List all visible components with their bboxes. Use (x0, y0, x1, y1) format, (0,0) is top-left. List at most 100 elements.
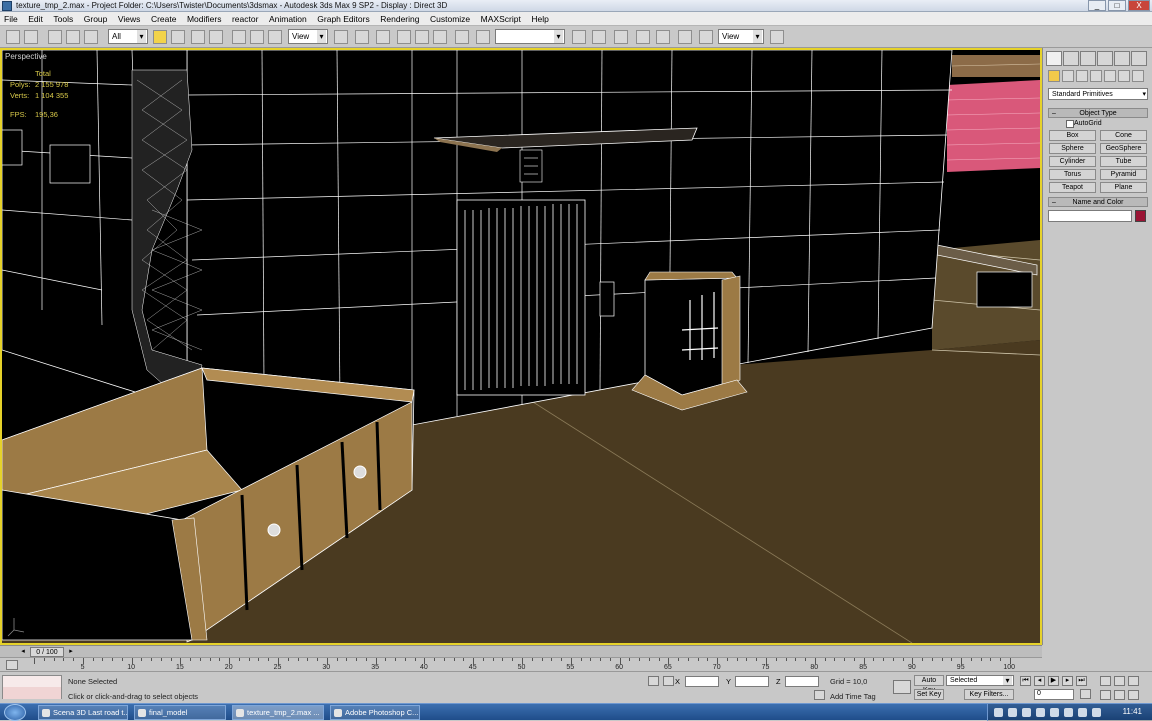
perspective-viewport[interactable]: Perspective Total Polys: 2 155 978 Verts:… (0, 48, 1042, 645)
move-icon[interactable] (232, 30, 246, 44)
curve-editor-icon[interactable] (636, 30, 650, 44)
percent-snap-icon[interactable] (433, 30, 447, 44)
select-object-icon[interactable] (153, 30, 167, 44)
lock-selection-icon[interactable] (648, 676, 659, 686)
sphere-button[interactable]: Sphere (1049, 143, 1096, 154)
arc-rotate-icon[interactable] (1128, 690, 1139, 700)
rotate-icon[interactable] (250, 30, 264, 44)
menu-graph-editors[interactable]: Graph Editors (313, 12, 373, 26)
mirror-icon[interactable] (572, 30, 586, 44)
systems-icon[interactable] (1132, 70, 1144, 82)
key-mode-dropdown[interactable]: Selected (946, 675, 1014, 686)
menu-rendering[interactable]: Rendering (376, 12, 423, 26)
taskbar-item-3dsmax[interactable]: texture_tmp_2.max ... (232, 705, 324, 720)
material-editor-icon[interactable] (678, 30, 692, 44)
goto-end-icon[interactable]: ⏭ (1076, 676, 1087, 686)
menu-reactor[interactable]: reactor (228, 12, 262, 26)
zoom-icon[interactable] (1100, 676, 1111, 686)
motion-tab-icon[interactable] (1097, 51, 1113, 66)
time-slider-thumb[interactable]: 0 / 100 (30, 647, 64, 657)
autogrid-checkbox[interactable]: AutoGrid (1048, 118, 1148, 129)
tube-button[interactable]: Tube (1100, 156, 1147, 167)
time-prev-icon[interactable]: ◂ (18, 647, 28, 657)
maxscript-listener[interactable] (2, 675, 62, 699)
menu-edit[interactable]: Edit (24, 12, 47, 26)
align-icon[interactable] (592, 30, 606, 44)
menu-maxscript[interactable]: MAXScript (477, 12, 525, 26)
auto-key-button[interactable]: Auto Key (914, 675, 944, 694)
absolute-mode-icon[interactable] (663, 676, 674, 686)
primitive-category-dropdown[interactable]: Standard Primitives (1048, 88, 1148, 100)
select-manipulate-icon[interactable] (355, 30, 369, 44)
curve-editor-mini-icon[interactable] (6, 660, 18, 670)
window-crossing-icon[interactable] (209, 30, 223, 44)
object-color-swatch[interactable] (1135, 210, 1146, 222)
goto-start-icon[interactable]: ⏮ (1020, 676, 1031, 686)
named-selection-dropdown[interactable] (495, 29, 565, 44)
edit-named-selection-icon[interactable] (476, 30, 490, 44)
angle-snap-icon[interactable] (415, 30, 429, 44)
close-button[interactable]: X (1128, 0, 1150, 11)
select-by-name-icon[interactable] (171, 30, 185, 44)
teapot-button[interactable]: Teapot (1049, 182, 1096, 193)
redo-icon[interactable] (24, 30, 38, 44)
torus-button[interactable]: Torus (1049, 169, 1096, 180)
minimize-button[interactable]: _ (1088, 0, 1106, 11)
lights-icon[interactable] (1076, 70, 1088, 82)
zoom-all-icon[interactable] (1114, 676, 1125, 686)
geosphere-button[interactable]: GeoSphere (1100, 143, 1147, 154)
box-button[interactable]: Box (1049, 130, 1096, 141)
helpers-icon[interactable] (1104, 70, 1116, 82)
pivot-center-icon[interactable] (334, 30, 348, 44)
object-type-header[interactable]: Object Type (1048, 108, 1148, 118)
key-icon[interactable] (893, 680, 911, 694)
plane-button[interactable]: Plane (1100, 182, 1147, 193)
snaps-toggle-icon[interactable] (397, 30, 411, 44)
time-next-icon[interactable]: ▸ (66, 647, 76, 657)
time-slider[interactable]: ◂ 0 / 100 ▸ (0, 645, 1042, 657)
z-coordinate-field[interactable] (785, 676, 819, 687)
track-bar[interactable]: 5 10 15 20 25 30 35 40 45 50 55 60 65 70 75 80 85 90 95 100 (0, 657, 1042, 671)
undo-icon[interactable] (6, 30, 20, 44)
schematic-view-icon[interactable] (656, 30, 670, 44)
unlink-icon[interactable] (66, 30, 80, 44)
render-scene-icon[interactable] (699, 30, 713, 44)
tray-icon-7[interactable] (1078, 708, 1087, 717)
pan-icon[interactable] (1114, 690, 1125, 700)
time-config-icon[interactable] (1080, 689, 1091, 699)
space-warps-icon[interactable] (1118, 70, 1130, 82)
geometry-icon[interactable] (1048, 70, 1060, 82)
scale-icon[interactable] (268, 30, 282, 44)
taskbar-item-photoshop[interactable]: Adobe Photoshop C... (330, 705, 420, 720)
key-filters-button[interactable]: Key Filters... (964, 689, 1014, 700)
menu-animation[interactable]: Animation (265, 12, 311, 26)
add-time-tag-button[interactable]: Add Time Tag (830, 692, 876, 701)
cylinder-button[interactable]: Cylinder (1049, 156, 1096, 167)
viewport-label[interactable]: Perspective (5, 52, 47, 61)
menu-tools[interactable]: Tools (49, 12, 77, 26)
y-coordinate-field[interactable] (735, 676, 769, 687)
layer-manager-icon[interactable] (614, 30, 628, 44)
name-color-header[interactable]: Name and Color (1048, 197, 1148, 207)
selection-filter-dropdown[interactable]: All (108, 29, 148, 44)
tray-icon-3[interactable] (1022, 708, 1031, 717)
cameras-icon[interactable] (1090, 70, 1102, 82)
tray-icon-5[interactable] (1050, 708, 1059, 717)
start-button[interactable] (4, 704, 26, 721)
create-tab-icon[interactable] (1046, 51, 1062, 66)
x-coordinate-field[interactable] (685, 676, 719, 687)
menu-views[interactable]: Views (114, 12, 145, 26)
link-icon[interactable] (48, 30, 62, 44)
object-name-field[interactable] (1048, 210, 1132, 222)
current-frame-field[interactable]: 0 (1034, 689, 1074, 700)
modify-tab-icon[interactable] (1063, 51, 1079, 66)
menu-create[interactable]: Create (147, 12, 181, 26)
menu-modifiers[interactable]: Modifiers (183, 12, 225, 26)
play-icon[interactable]: ▶ (1048, 676, 1059, 686)
cone-button[interactable]: Cone (1100, 130, 1147, 141)
menu-group[interactable]: Group (80, 12, 112, 26)
keyboard-shortcut-icon[interactable] (376, 30, 390, 44)
shapes-icon[interactable] (1062, 70, 1074, 82)
zoom-extents-icon[interactable] (1128, 676, 1139, 686)
pyramid-button[interactable]: Pyramid (1100, 169, 1147, 180)
